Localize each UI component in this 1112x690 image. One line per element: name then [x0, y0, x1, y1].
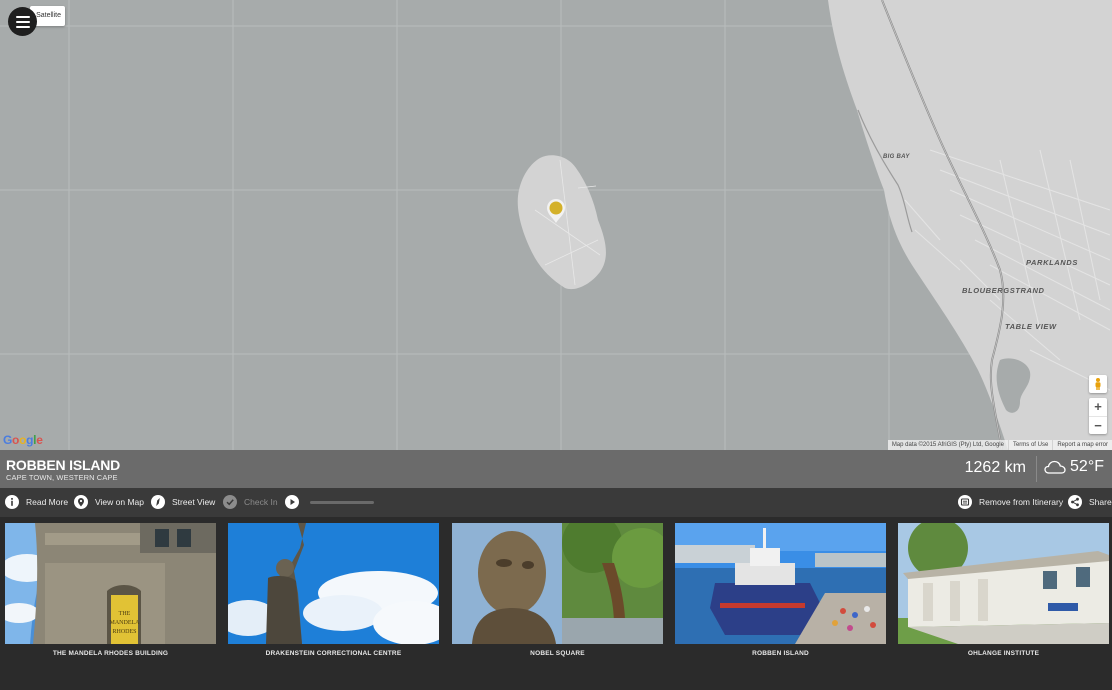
nearby-places-gallery: THE MANDELA RHODES THE MANDELA RHODES BU…	[0, 517, 1112, 690]
info-divider	[1036, 456, 1037, 482]
itinerary-icon	[958, 495, 972, 509]
play-icon	[285, 495, 299, 509]
info-icon	[5, 495, 19, 509]
read-more-label: Read More	[26, 497, 69, 507]
action-bar: Read More View on Map Street View Check …	[0, 488, 1112, 517]
map-canvas[interactable]	[0, 0, 1112, 450]
sign-text-3: RHODES	[112, 629, 136, 635]
map-view[interactable]: Satellite BIG BAY PARKLANDS BLOUBERGSTRA…	[0, 0, 1112, 450]
hamburger-icon	[15, 15, 30, 28]
place-info-bar: ROBBEN ISLAND CAPE TOWN, WESTERN CAPE 12…	[0, 450, 1112, 488]
audio-progress-bar[interactable]	[310, 501, 374, 504]
place-title: ROBBEN ISLAND	[6, 457, 121, 473]
report-map-error-link[interactable]: Report a map error	[1053, 440, 1112, 450]
read-more-button[interactable]: Read More	[5, 495, 68, 509]
map-attribution: Map data ©2015 AfriGIS (Pty) Ltd, Google…	[887, 440, 1112, 450]
check-in-label: Check In	[244, 497, 278, 507]
zoom-control: + −	[1089, 398, 1107, 434]
gallery-card-drakenstein[interactable]: DRAKENSTEIN CORRECTIONAL CENTRE	[228, 523, 439, 657]
gallery-card-title: ROBBEN ISLAND	[752, 650, 809, 657]
place-subtitle: CAPE TOWN, WESTERN CAPE	[6, 473, 118, 482]
gallery-card-title: NOBEL SQUARE	[530, 650, 585, 657]
map-label-table-view: TABLE VIEW	[1005, 322, 1057, 331]
distance-readout: 1262 km	[964, 459, 1026, 476]
map-data-credit: Map data ©2015 AfriGIS (Pty) Ltd, Google	[887, 440, 1008, 450]
menu-button[interactable]	[8, 7, 37, 36]
view-on-map-button[interactable]: View on Map	[74, 495, 144, 509]
gallery-image-drakenstein	[228, 523, 439, 644]
terms-of-use-link[interactable]: Terms of Use	[1008, 440, 1053, 450]
gallery-card-title: THE MANDELA RHODES BUILDING	[52, 650, 169, 657]
gallery-card-robben-island[interactable]: ROBBEN ISLAND	[675, 523, 886, 657]
gallery-card-ohlange-institute[interactable]: OHLANGE INSTITUTE	[898, 523, 1109, 657]
share-icon	[1068, 495, 1082, 509]
gallery-image-ohlange-institute	[898, 523, 1109, 644]
remove-from-itinerary-label: Remove from Itinerary	[979, 497, 1064, 507]
gallery-card-mandela-rhodes[interactable]: THE MANDELA RHODES THE MANDELA RHODES BU…	[5, 523, 216, 657]
remove-from-itinerary-button[interactable]: Remove from Itinerary	[958, 495, 1063, 509]
gallery-card-title: OHLANGE INSTITUTE	[967, 650, 1040, 657]
map-label-parklands: PARKLANDS	[1026, 258, 1078, 267]
sign-text-2: MANDELA	[110, 620, 141, 626]
checkmark-icon	[223, 495, 237, 509]
map-pin-icon	[74, 495, 88, 509]
google-logo: Google	[3, 433, 43, 447]
street-view-pegman-button[interactable]	[1089, 375, 1107, 393]
zoom-out-button[interactable]: −	[1089, 416, 1107, 434]
street-view-button[interactable]: Street View	[151, 495, 215, 509]
audio-play-button[interactable]	[285, 495, 299, 509]
gallery-card-nobel-square[interactable]: NOBEL SQUARE	[452, 523, 663, 657]
pegman-icon	[1095, 378, 1101, 390]
gallery-image-mandela-rhodes: THE MANDELA RHODES	[5, 523, 216, 644]
map-label-bloubergstrand: BLOUBERGSTRAND	[962, 286, 1045, 295]
cloud-icon	[1044, 460, 1066, 474]
mainland-land	[828, 0, 1112, 450]
gallery-image-robben-island	[675, 523, 886, 644]
temperature: 52°F	[1070, 458, 1104, 475]
compass-icon	[151, 495, 165, 509]
gallery-card-title: DRAKENSTEIN CORRECTIONAL CENTRE	[265, 650, 402, 657]
view-on-map-label: View on Map	[95, 497, 144, 507]
check-in-button[interactable]: Check In	[223, 495, 278, 509]
gallery-image-nobel-square	[452, 523, 663, 644]
share-button[interactable]: Share	[1068, 495, 1112, 509]
sign-text-1: THE	[119, 611, 131, 617]
street-view-label: Street View	[172, 497, 216, 507]
map-label-big-bay: BIG BAY	[883, 154, 910, 160]
weather-readout: 52°F	[1044, 458, 1104, 476]
share-label: Share	[1089, 497, 1112, 507]
zoom-in-button[interactable]: +	[1089, 398, 1107, 416]
